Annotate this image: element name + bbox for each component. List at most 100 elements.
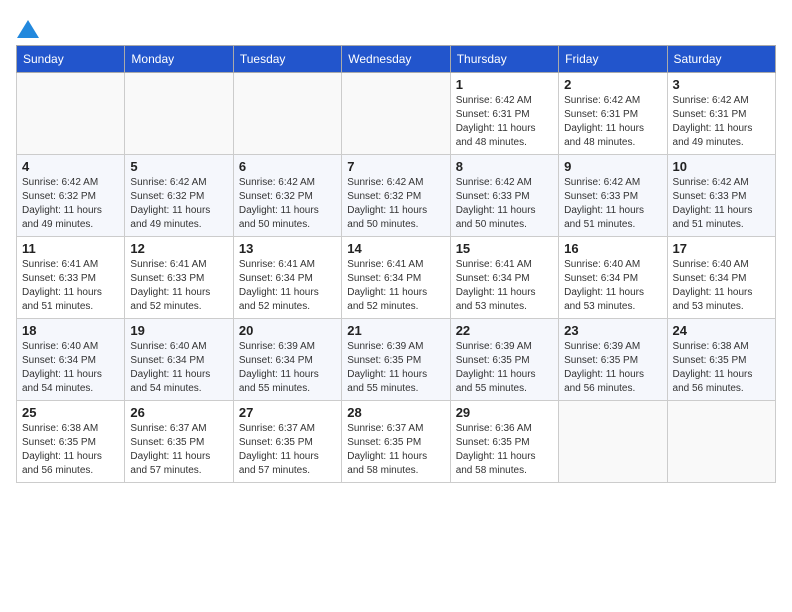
day-number: 8: [456, 159, 553, 174]
calendar-cell: 5 Sunrise: 6:42 AM Sunset: 6:32 PM Daylig…: [125, 155, 233, 237]
day-info: Sunrise: 6:42 AM Sunset: 6:32 PM Dayligh…: [347, 176, 444, 232]
calendar-cell: 1 Sunrise: 6:42 AM Sunset: 6:31 PM Daylig…: [450, 73, 558, 155]
calendar-cell: 11 Sunrise: 6:41 AM Sunset: 6:33 PM Dayli…: [17, 237, 125, 319]
day-number: 27: [239, 405, 336, 420]
day-number: 20: [239, 323, 336, 338]
day-number: 9: [564, 159, 661, 174]
calendar-cell: 4 Sunrise: 6:42 AM Sunset: 6:32 PM Daylig…: [17, 155, 125, 237]
logo-icon: [17, 20, 39, 38]
day-number: 24: [673, 323, 770, 338]
day-number: 4: [22, 159, 119, 174]
day-info: Sunrise: 6:40 AM Sunset: 6:34 PM Dayligh…: [22, 340, 119, 396]
day-number: 16: [564, 241, 661, 256]
day-info: Sunrise: 6:42 AM Sunset: 6:32 PM Dayligh…: [22, 176, 119, 232]
calendar-cell: 8 Sunrise: 6:42 AM Sunset: 6:33 PM Daylig…: [450, 155, 558, 237]
calendar-cell: 28 Sunrise: 6:37 AM Sunset: 6:35 PM Dayli…: [342, 401, 450, 483]
calendar-cell: 3Sunrise: 6:42 AM Sunset: 6:31 PM Daylig…: [667, 73, 775, 155]
calendar-cell: 14 Sunrise: 6:41 AM Sunset: 6:34 PM Dayli…: [342, 237, 450, 319]
calendar-cell: 24 Sunrise: 6:38 AM Sunset: 6:35 PM Dayli…: [667, 319, 775, 401]
day-info: Sunrise: 6:41 AM Sunset: 6:33 PM Dayligh…: [22, 258, 119, 314]
day-number: 5: [130, 159, 227, 174]
calendar-cell: 7 Sunrise: 6:42 AM Sunset: 6:32 PM Daylig…: [342, 155, 450, 237]
calendar-cell: 10 Sunrise: 6:42 AM Sunset: 6:33 PM Dayli…: [667, 155, 775, 237]
day-info: Sunrise: 6:41 AM Sunset: 6:34 PM Dayligh…: [239, 258, 336, 314]
day-info: Sunrise: 6:39 AM Sunset: 6:35 PM Dayligh…: [564, 340, 661, 396]
day-number: 21: [347, 323, 444, 338]
day-info: Sunrise: 6:41 AM Sunset: 6:34 PM Dayligh…: [347, 258, 444, 314]
day-info: Sunrise: 6:41 AM Sunset: 6:33 PM Dayligh…: [130, 258, 227, 314]
day-info: Sunrise: 6:40 AM Sunset: 6:34 PM Dayligh…: [130, 340, 227, 396]
day-info: Sunrise: 6:37 AM Sunset: 6:35 PM Dayligh…: [239, 422, 336, 478]
day-info: Sunrise: 6:42 AM Sunset: 6:31 PM Dayligh…: [456, 94, 553, 150]
calendar-cell: 26 Sunrise: 6:37 AM Sunset: 6:35 PM Dayli…: [125, 401, 233, 483]
calendar-table: SundayMondayTuesdayWednesdayThursdayFrid…: [16, 45, 776, 483]
calendar-cell: 29 Sunrise: 6:36 AM Sunset: 6:35 PM Dayli…: [450, 401, 558, 483]
day-number: 7: [347, 159, 444, 174]
calendar-week-row: 1 Sunrise: 6:42 AM Sunset: 6:31 PM Daylig…: [17, 73, 776, 155]
day-info: Sunrise: 6:41 AM Sunset: 6:34 PM Dayligh…: [456, 258, 553, 314]
calendar-cell: 13 Sunrise: 6:41 AM Sunset: 6:34 PM Dayli…: [233, 237, 341, 319]
day-number: 14: [347, 241, 444, 256]
weekday-header-tuesday: Tuesday: [233, 46, 341, 73]
weekday-header-friday: Friday: [559, 46, 667, 73]
day-number: 29: [456, 405, 553, 420]
logo-text: [16, 16, 39, 41]
calendar-cell: 19 Sunrise: 6:40 AM Sunset: 6:34 PM Dayli…: [125, 319, 233, 401]
day-number: 11: [22, 241, 119, 256]
day-info: Sunrise: 6:39 AM Sunset: 6:35 PM Dayligh…: [456, 340, 553, 396]
day-info: Sunrise: 6:38 AM Sunset: 6:35 PM Dayligh…: [22, 422, 119, 478]
calendar-cell: [667, 401, 775, 483]
day-number: 19: [130, 323, 227, 338]
day-number: 6: [239, 159, 336, 174]
calendar-cell: 12Sunrise: 6:41 AM Sunset: 6:33 PM Dayli…: [125, 237, 233, 319]
day-info: Sunrise: 6:42 AM Sunset: 6:33 PM Dayligh…: [456, 176, 553, 232]
calendar-cell: 27 Sunrise: 6:37 AM Sunset: 6:35 PM Dayli…: [233, 401, 341, 483]
weekday-header-monday: Monday: [125, 46, 233, 73]
calendar-cell: [125, 73, 233, 155]
calendar-cell: 15Sunrise: 6:41 AM Sunset: 6:34 PM Dayli…: [450, 237, 558, 319]
calendar-cell: [17, 73, 125, 155]
calendar-week-row: 4 Sunrise: 6:42 AM Sunset: 6:32 PM Daylig…: [17, 155, 776, 237]
calendar-header-row: SundayMondayTuesdayWednesdayThursdayFrid…: [17, 46, 776, 73]
day-info: Sunrise: 6:39 AM Sunset: 6:34 PM Dayligh…: [239, 340, 336, 396]
day-info: Sunrise: 6:42 AM Sunset: 6:33 PM Dayligh…: [564, 176, 661, 232]
calendar-cell: 16Sunrise: 6:40 AM Sunset: 6:34 PM Dayli…: [559, 237, 667, 319]
day-info: Sunrise: 6:42 AM Sunset: 6:33 PM Dayligh…: [673, 176, 770, 232]
day-info: Sunrise: 6:36 AM Sunset: 6:35 PM Dayligh…: [456, 422, 553, 478]
day-number: 13: [239, 241, 336, 256]
day-number: 1: [456, 77, 553, 92]
day-number: 28: [347, 405, 444, 420]
day-number: 26: [130, 405, 227, 420]
day-number: 17: [673, 241, 770, 256]
logo: [16, 16, 39, 37]
weekday-header-sunday: Sunday: [17, 46, 125, 73]
calendar-cell: 20 Sunrise: 6:39 AM Sunset: 6:34 PM Dayli…: [233, 319, 341, 401]
day-info: Sunrise: 6:42 AM Sunset: 6:31 PM Dayligh…: [564, 94, 661, 150]
calendar-cell: 18 Sunrise: 6:40 AM Sunset: 6:34 PM Dayli…: [17, 319, 125, 401]
calendar-cell: 25 Sunrise: 6:38 AM Sunset: 6:35 PM Dayli…: [17, 401, 125, 483]
weekday-header-thursday: Thursday: [450, 46, 558, 73]
calendar-cell: [559, 401, 667, 483]
calendar-cell: [233, 73, 341, 155]
day-info: Sunrise: 6:39 AM Sunset: 6:35 PM Dayligh…: [347, 340, 444, 396]
calendar-cell: 21 Sunrise: 6:39 AM Sunset: 6:35 PM Dayli…: [342, 319, 450, 401]
day-info: Sunrise: 6:37 AM Sunset: 6:35 PM Dayligh…: [130, 422, 227, 478]
day-number: 18: [22, 323, 119, 338]
day-info: Sunrise: 6:38 AM Sunset: 6:35 PM Dayligh…: [673, 340, 770, 396]
day-number: 2: [564, 77, 661, 92]
calendar-cell: 22Sunrise: 6:39 AM Sunset: 6:35 PM Dayli…: [450, 319, 558, 401]
calendar-week-row: 11 Sunrise: 6:41 AM Sunset: 6:33 PM Dayli…: [17, 237, 776, 319]
day-info: Sunrise: 6:42 AM Sunset: 6:32 PM Dayligh…: [130, 176, 227, 232]
weekday-header-wednesday: Wednesday: [342, 46, 450, 73]
day-number: 3: [673, 77, 770, 92]
day-info: Sunrise: 6:40 AM Sunset: 6:34 PM Dayligh…: [673, 258, 770, 314]
day-number: 25: [22, 405, 119, 420]
weekday-header-saturday: Saturday: [667, 46, 775, 73]
calendar-cell: 2 Sunrise: 6:42 AM Sunset: 6:31 PM Daylig…: [559, 73, 667, 155]
calendar-cell: 9 Sunrise: 6:42 AM Sunset: 6:33 PM Daylig…: [559, 155, 667, 237]
day-info: Sunrise: 6:37 AM Sunset: 6:35 PM Dayligh…: [347, 422, 444, 478]
page-header: [16, 16, 776, 37]
calendar-week-row: 25 Sunrise: 6:38 AM Sunset: 6:35 PM Dayli…: [17, 401, 776, 483]
calendar-cell: [342, 73, 450, 155]
day-number: 10: [673, 159, 770, 174]
